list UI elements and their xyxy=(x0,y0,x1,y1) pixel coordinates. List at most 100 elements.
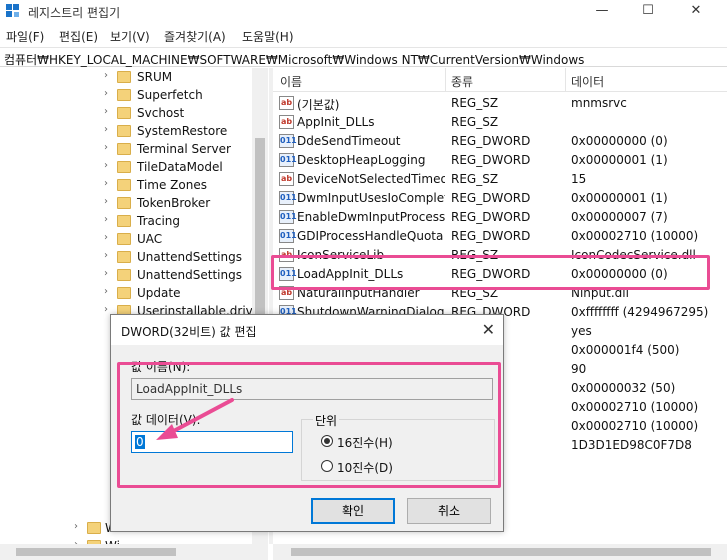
header-divider[interactable] xyxy=(445,68,446,92)
address-bar[interactable]: 컴퓨터₩HKEY_LOCAL_MACHINE₩SOFTWARE₩Microsof… xyxy=(0,47,727,67)
column-header-name[interactable]: 이름 xyxy=(280,73,302,90)
value-data: 0x00002710 (10000) xyxy=(571,229,699,243)
tree-item[interactable]: › SRUM xyxy=(0,69,268,87)
chevron-right-icon[interactable]: › xyxy=(104,142,108,153)
chevron-right-icon[interactable]: › xyxy=(104,106,108,117)
maximize-button[interactable]: ☐ xyxy=(625,0,671,24)
cancel-button[interactable]: 취소 xyxy=(407,498,491,524)
string-value-icon: ab xyxy=(279,115,294,129)
dialog-title-bar: DWORD(32비트) 값 편집 ✕ xyxy=(111,315,503,345)
folder-icon xyxy=(117,161,131,173)
value-type: REG_DWORD xyxy=(451,191,531,205)
value-row[interactable]: 011 DdeSendTimeout REG_DWORD 0x00000000 (0) xyxy=(273,132,727,151)
tree-item[interactable]: › TileDataModel xyxy=(0,159,268,177)
menu-bar: 파일(F) 편집(E) 보기(V) 즐겨찾기(A) 도움말(H) xyxy=(0,26,727,46)
value-type: REG_DWORD xyxy=(451,153,531,167)
value-data: 90 xyxy=(571,362,587,376)
menu-edit[interactable]: 편집(E) xyxy=(59,28,98,45)
value-name: DeviceNotSelectedTimeout xyxy=(297,172,445,186)
tree-item[interactable]: › Time Zones xyxy=(0,177,268,195)
list-horizontal-scrollbar[interactable] xyxy=(273,544,727,560)
tree-horizontal-scrollbar[interactable] xyxy=(0,544,268,560)
folder-icon xyxy=(117,125,131,137)
value-row[interactable]: 011 GDIProcessHandleQuota REG_DWORD 0x00002… xyxy=(273,227,727,246)
value-data: 15 xyxy=(571,172,587,186)
tree-item[interactable]: › UnattendSettings xyxy=(0,267,268,285)
string-value-icon: ab xyxy=(279,96,294,110)
tree-item[interactable]: › Terminal Server xyxy=(0,141,268,159)
dialog-close-icon[interactable]: ✕ xyxy=(482,320,495,339)
address-path[interactable]: 컴퓨터₩HKEY_LOCAL_MACHINE₩SOFTWARE₩Microsof… xyxy=(4,51,584,68)
chevron-right-icon[interactable]: › xyxy=(104,286,108,297)
registry-editor-icon xyxy=(6,4,19,17)
value-row[interactable]: 011 DesktopHeapLogging REG_DWORD 0x00000001… xyxy=(273,151,727,170)
tree-item[interactable]: › UnattendSettings xyxy=(0,249,268,267)
column-header-type[interactable]: 종류 xyxy=(451,73,473,90)
value-data: 0x00002710 (10000) xyxy=(571,400,699,414)
tree-item-label: SystemRestore xyxy=(137,124,228,138)
tree-item-label: Time Zones xyxy=(137,178,207,192)
scroll-thumb[interactable] xyxy=(291,548,711,556)
value-name: DwmInputUsesIoComplet... xyxy=(297,191,445,205)
value-row[interactable]: 011 DwmInputUsesIoComplet... REG_DWORD 0x00… xyxy=(273,189,727,208)
chevron-right-icon[interactable]: › xyxy=(104,178,108,189)
menu-view[interactable]: 보기(V) xyxy=(110,28,150,45)
menu-favorites[interactable]: 즐겨찾기(A) xyxy=(164,28,226,45)
tree-item-label: Svchost xyxy=(137,106,185,120)
folder-icon xyxy=(117,107,131,119)
folder-icon xyxy=(117,197,131,209)
tree-item[interactable]: › Superfetch xyxy=(0,87,268,105)
value-data: 0x000001f4 (500) xyxy=(571,343,680,357)
value-data: yes xyxy=(571,324,592,338)
folder-icon xyxy=(117,269,131,281)
close-button[interactable]: ✕ xyxy=(673,0,719,24)
minimize-button[interactable]: — xyxy=(579,0,625,24)
value-data: 0x00000001 (1) xyxy=(571,191,668,205)
chevron-right-icon[interactable]: › xyxy=(74,521,78,532)
menu-file[interactable]: 파일(F) xyxy=(6,28,44,45)
value-type: REG_SZ xyxy=(451,96,499,110)
folder-icon xyxy=(117,251,131,263)
chevron-right-icon[interactable]: › xyxy=(104,214,108,225)
highlight-box-selected-value xyxy=(271,255,710,290)
value-name: DdeSendTimeout xyxy=(297,134,401,148)
tree-item[interactable]: › Update xyxy=(0,285,268,303)
tree-item[interactable]: › SystemRestore xyxy=(0,123,268,141)
binary-value-icon: 011 xyxy=(279,210,297,224)
value-row[interactable]: ab DeviceNotSelectedTimeout REG_SZ 15 xyxy=(273,170,727,189)
value-row[interactable]: 011 EnableDwmInputProcessi REG_DWORD 0x0000… xyxy=(273,208,727,227)
menu-help[interactable]: 도움말(H) xyxy=(242,28,294,45)
chevron-right-icon[interactable]: › xyxy=(104,124,108,135)
tree-item[interactable]: › Svchost xyxy=(0,105,268,123)
binary-value-icon: 011 xyxy=(279,153,297,167)
dialog-title: DWORD(32비트) 값 편집 xyxy=(121,325,257,339)
column-header-data[interactable]: 데이터 xyxy=(571,73,604,90)
tree-item[interactable]: › UAC xyxy=(0,231,268,249)
value-data: 0x00000007 (7) xyxy=(571,210,668,224)
folder-icon xyxy=(117,179,131,191)
tree-item[interactable]: › TokenBroker xyxy=(0,195,268,213)
chevron-right-icon[interactable]: › xyxy=(104,250,108,261)
chevron-right-icon[interactable]: › xyxy=(104,70,108,81)
chevron-right-icon[interactable]: › xyxy=(104,268,108,279)
tree-item-label: Update xyxy=(137,286,181,300)
header-divider[interactable] xyxy=(565,68,566,92)
list-header: 이름 종류 데이터 xyxy=(273,68,727,92)
folder-icon xyxy=(87,522,101,534)
value-data: 0xffffffff (4294967295) xyxy=(571,305,709,319)
scroll-thumb[interactable] xyxy=(16,548,176,556)
chevron-right-icon[interactable]: › xyxy=(104,232,108,243)
tree-item-label: UnattendSettings xyxy=(137,250,242,264)
value-name: AppInit_DLLs xyxy=(297,115,375,129)
value-row[interactable]: ab (기본값) REG_SZ mnmsrvc xyxy=(273,94,727,113)
value-type: REG_DWORD xyxy=(451,210,531,224)
chevron-right-icon[interactable]: › xyxy=(104,160,108,171)
value-row[interactable]: ab AppInit_DLLs REG_SZ xyxy=(273,113,727,132)
chevron-right-icon[interactable]: › xyxy=(104,88,108,99)
tree-item[interactable]: › Tracing xyxy=(0,213,268,231)
string-value-icon: ab xyxy=(279,172,294,186)
ok-button[interactable]: 확인 xyxy=(311,498,395,524)
chevron-right-icon[interactable]: › xyxy=(104,196,108,207)
chevron-right-icon[interactable]: › xyxy=(104,304,108,315)
value-name: EnableDwmInputProcessi xyxy=(297,210,445,224)
